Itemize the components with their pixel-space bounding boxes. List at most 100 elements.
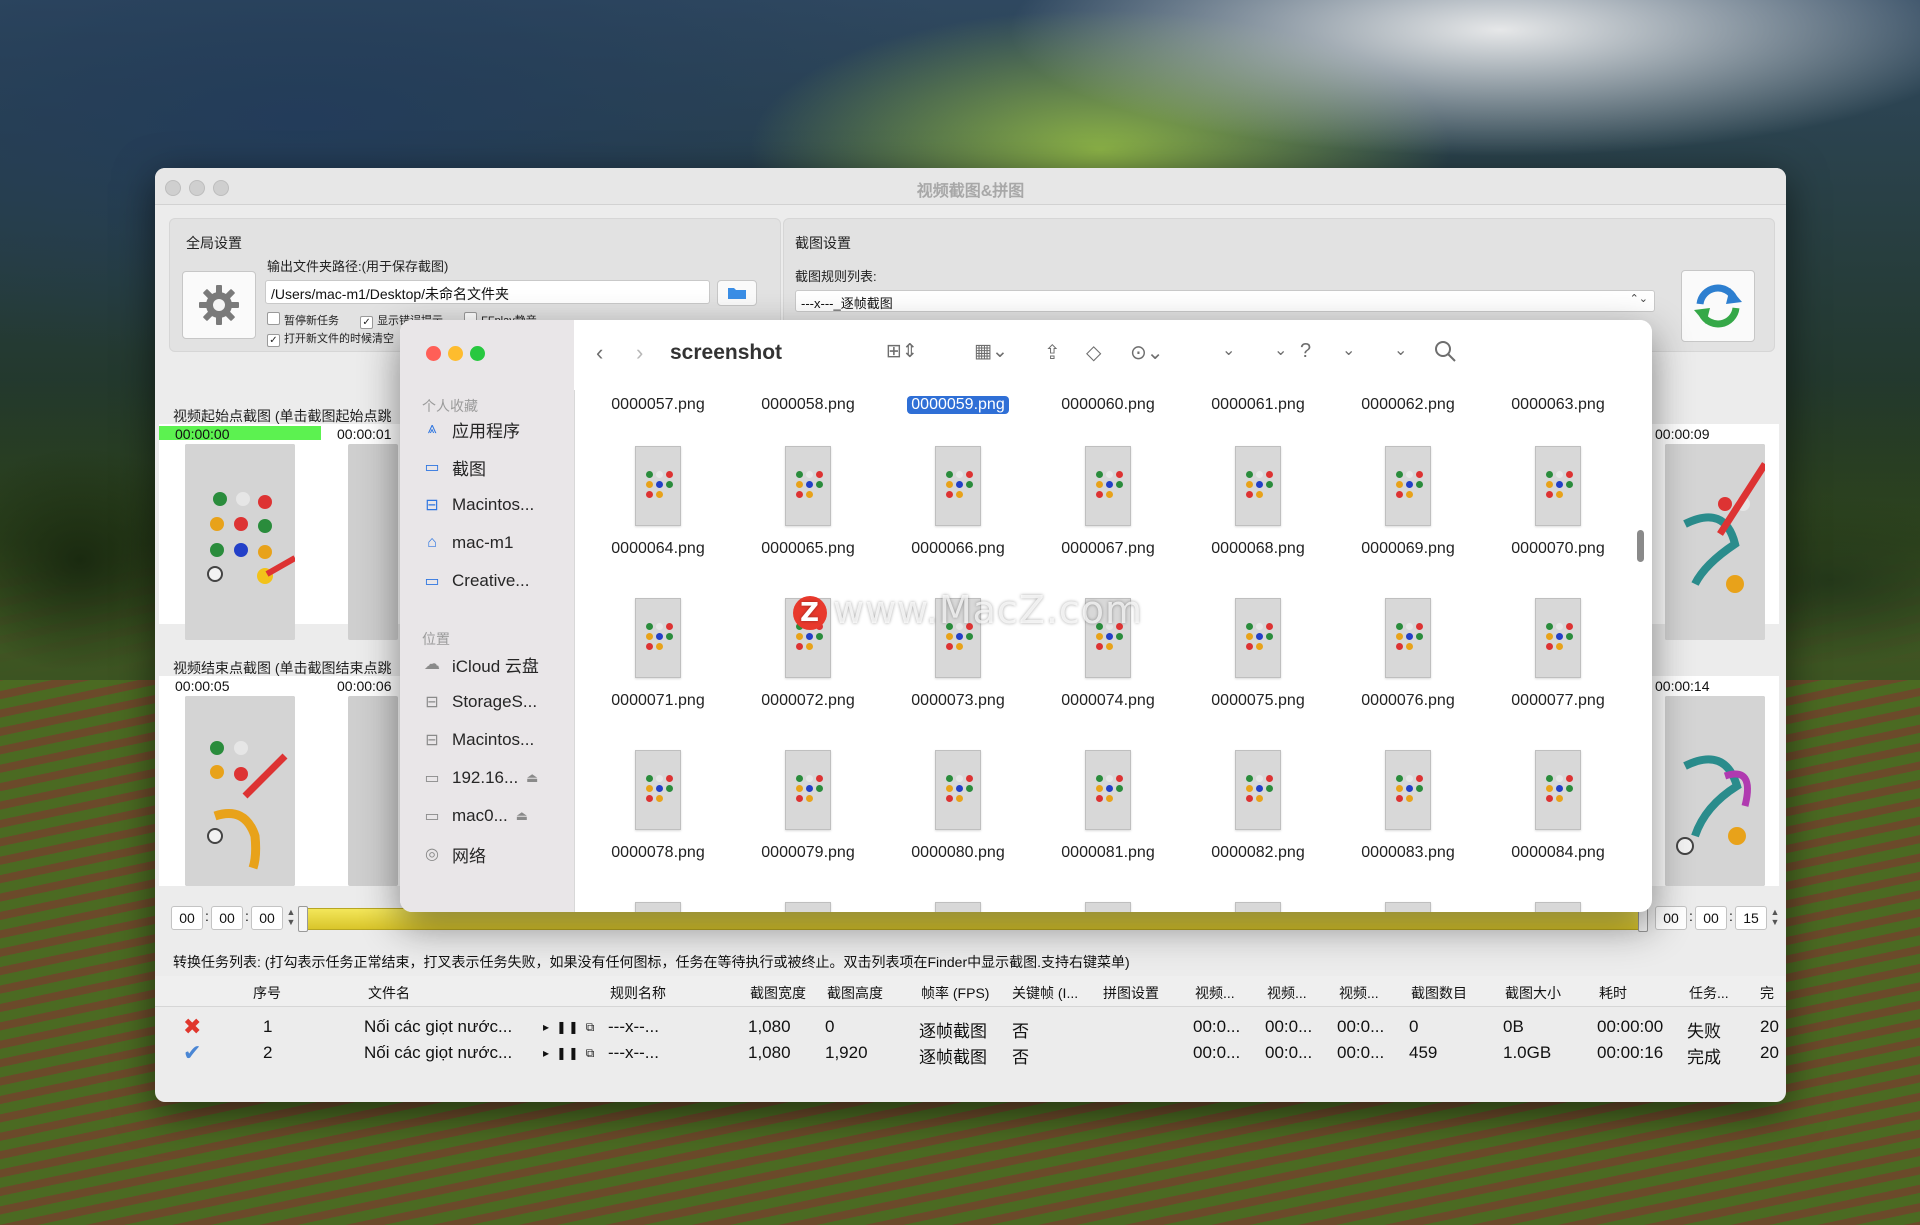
file-item[interactable]: 0000082.png (1188, 750, 1328, 862)
file-item[interactable] (1188, 902, 1328, 912)
col-keyframe[interactable]: 关键帧 (I... (1012, 983, 1084, 1003)
row-player-controls[interactable]: ▸ ❚❚ ⧉ (543, 1046, 596, 1061)
sidebar-item-creative[interactable]: ▭ Creative... (422, 567, 572, 595)
table-row[interactable]: ✔ 2 Nối các giọt nước... ▸ ❚❚ ⧉ ---x--..… (155, 1040, 1786, 1069)
settings-button[interactable] (182, 271, 256, 339)
eject-icon[interactable]: ⏏ (526, 770, 538, 786)
back-chevron-icon[interactable]: ‹ (596, 340, 603, 366)
pause-new-task-checkbox[interactable] (267, 312, 280, 325)
end-frame-thumb-2[interactable] (348, 696, 398, 886)
end-second-field[interactable]: 15 (1735, 906, 1767, 930)
output-path-input[interactable]: /Users/mac-m1/Desktop/未命名文件夹 (265, 280, 710, 304)
file-item[interactable]: 0000070.png (1488, 446, 1628, 558)
chevron-down-icon[interactable]: ⌄ (1222, 340, 1235, 360)
finder-minimize-button[interactable] (448, 346, 463, 361)
icon-view-icon[interactable]: ⊞⇕ (886, 340, 918, 363)
file-item[interactable]: 0000066.png (888, 446, 1028, 558)
col-size[interactable]: 截图大小 (1505, 983, 1561, 1003)
more-actions-icon[interactable]: ⊙⌄ (1130, 340, 1164, 365)
finder-close-button[interactable] (426, 346, 441, 361)
file-item[interactable]: 0000062.png (1338, 390, 1478, 414)
refresh-button[interactable] (1681, 270, 1755, 342)
finder-zoom-button[interactable] (470, 346, 485, 361)
end-frame-thumb-1[interactable] (185, 696, 295, 886)
col-elapsed[interactable]: 耗时 (1599, 983, 1627, 1003)
search-icon[interactable] (1434, 340, 1456, 368)
col-video-3[interactable]: 视频... (1339, 983, 1379, 1003)
sidebar-item-storage[interactable]: ⊟ StorageS... (422, 688, 572, 716)
range-start-handle[interactable] (298, 906, 308, 932)
col-video-1[interactable]: 视频... (1195, 983, 1235, 1003)
end-time-stepper[interactable]: ▲ ▼ (1769, 907, 1781, 929)
group-by-icon[interactable]: ▦⌄ (974, 340, 1008, 363)
finder-scrollbar[interactable] (1637, 530, 1644, 562)
start-frame-thumb-1[interactable] (185, 444, 295, 640)
file-item[interactable]: 0000064.png (588, 446, 728, 558)
sidebar-item-icloud[interactable]: ☁ iCloud 云盘 (422, 650, 572, 678)
table-row[interactable]: ✖ 1 Nối các giọt nước... ▸ ❚❚ ⧉ ---x--..… (155, 1014, 1786, 1043)
sidebar-item-macintosh-hd[interactable]: ⊟ Macintos... (422, 491, 572, 519)
row-player-controls[interactable]: ▸ ❚❚ ⧉ (543, 1020, 596, 1035)
col-fps[interactable]: 帧率 (FPS) (921, 983, 989, 1003)
sidebar-item-applications[interactable]: ⩓ 应用程序 (422, 415, 572, 443)
end-frame-thumb-3[interactable] (1665, 696, 1765, 886)
file-item[interactable]: 0000063.png (1488, 390, 1628, 414)
file-item[interactable] (1038, 902, 1178, 912)
sidebar-item-network[interactable]: ◎ 网络 (422, 840, 572, 868)
start-frame-thumb-3[interactable] (1665, 444, 1765, 640)
col-collage[interactable]: 拼图设置 (1103, 983, 1159, 1003)
file-item[interactable]: 0000068.png (1188, 446, 1328, 558)
help-icon[interactable]: ? (1300, 340, 1311, 363)
sidebar-item-macintosh[interactable]: ⊟ Macintos... (422, 726, 572, 754)
start-hour-field[interactable]: 00 (171, 906, 203, 930)
col-height[interactable]: 截图高度 (827, 983, 883, 1003)
tag-icon[interactable]: ◇ (1086, 340, 1101, 365)
chevron-down-icon[interactable]: ⌄ (1274, 340, 1287, 360)
col-rule[interactable]: 规则名称 (610, 983, 666, 1003)
sidebar-item-screenshots[interactable]: ▭ 截图 (422, 453, 572, 481)
file-item[interactable]: 0000067.png (1038, 446, 1178, 558)
share-icon[interactable]: ⇪ (1044, 340, 1061, 365)
forward-chevron-icon[interactable]: › (636, 340, 643, 366)
start-second-field[interactable]: 00 (251, 906, 283, 930)
file-item[interactable]: 0000060.png (1038, 390, 1178, 414)
col-task-state[interactable]: 任务... (1689, 983, 1729, 1003)
start-minute-field[interactable]: 00 (211, 906, 243, 930)
start-time-stepper[interactable]: ▲ ▼ (285, 907, 297, 929)
col-filename[interactable]: 文件名 (368, 983, 410, 1003)
file-item[interactable]: 0000075.png (1188, 598, 1328, 710)
file-item[interactable]: 0000065.png (738, 446, 878, 558)
rules-select[interactable]: ---x---_逐帧截图 ⌃⌄ (795, 290, 1655, 312)
file-item[interactable] (1338, 902, 1478, 912)
col-count[interactable]: 截图数目 (1411, 983, 1467, 1003)
file-item[interactable]: 0000059.png (888, 390, 1028, 414)
clear-on-open-checkbox[interactable]: ✓ (267, 334, 280, 347)
file-item[interactable]: 0000078.png (588, 750, 728, 862)
file-item[interactable]: 0000069.png (1338, 446, 1478, 558)
file-item[interactable] (1488, 902, 1628, 912)
file-item[interactable]: 0000084.png (1488, 750, 1628, 862)
end-hour-field[interactable]: 00 (1655, 906, 1687, 930)
sidebar-item-home[interactable]: ⌂ mac-m1 (422, 529, 572, 557)
file-item[interactable]: 0000080.png (888, 750, 1028, 862)
file-item[interactable] (888, 902, 1028, 912)
chevron-down-icon[interactable]: ⌄ (1394, 340, 1407, 360)
file-item[interactable]: 0000071.png (588, 598, 728, 710)
col-width[interactable]: 截图宽度 (750, 983, 806, 1003)
file-item[interactable]: 0000061.png (1188, 390, 1328, 414)
col-done[interactable]: 完 (1760, 983, 1774, 1003)
end-minute-field[interactable]: 00 (1695, 906, 1727, 930)
file-item[interactable]: 0000077.png (1488, 598, 1628, 710)
file-item[interactable]: 0000081.png (1038, 750, 1178, 862)
file-item[interactable] (588, 902, 728, 912)
col-index[interactable]: 序号 (253, 983, 281, 1003)
file-item[interactable]: 0000057.png (588, 390, 728, 414)
eject-icon[interactable]: ⏏ (516, 808, 528, 824)
start-frame-thumb-2[interactable] (348, 444, 398, 640)
file-item[interactable]: 0000083.png (1338, 750, 1478, 862)
chevron-down-icon[interactable]: ⌄ (1342, 340, 1355, 360)
file-item[interactable]: 0000058.png (738, 390, 878, 414)
sidebar-item-network-share-2[interactable]: ▭ mac0... ⏏ (422, 802, 572, 830)
col-video-2[interactable]: 视频... (1267, 983, 1307, 1003)
file-item[interactable]: 0000079.png (738, 750, 878, 862)
